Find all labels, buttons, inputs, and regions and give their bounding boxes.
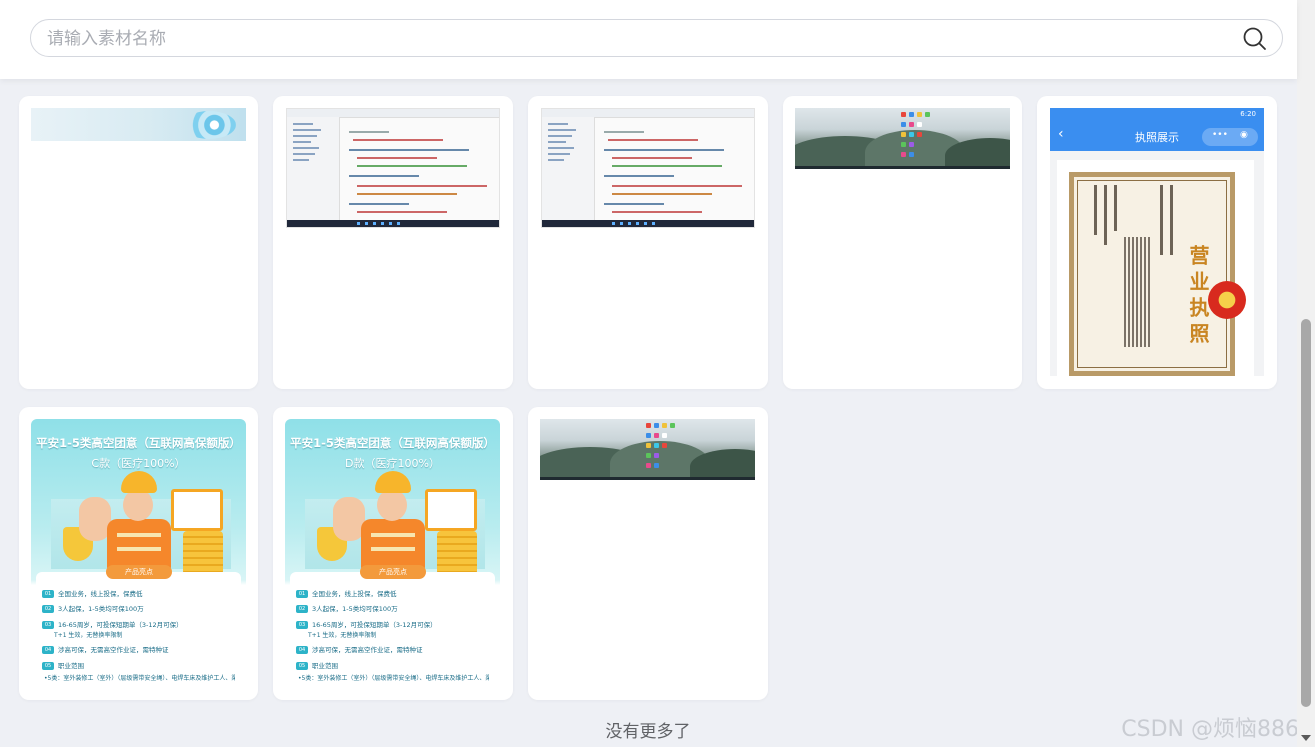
hard-hat-icon [121,471,157,493]
poster-row: 02 3人起保，1-5类均可保100万 [296,603,489,617]
poster-row: 05 职业范围 [42,660,235,674]
license-text-line [1104,185,1107,245]
worker-face [123,489,153,521]
phone-nav-bar: ‹ 执照展示 ••• ◉ [1050,122,1264,151]
row-text: 涉高可保，无需高空作业证，需特种证 [58,646,169,654]
desktop-icons [901,110,935,166]
worker-vest [107,519,171,571]
worker-face [377,489,407,521]
national-emblem-icon [1208,281,1246,319]
license-text-line [1094,185,1097,235]
poster-row: 04 涉高可保，无需高空作业证，需特种证 [42,644,235,658]
row-number: 02 [42,605,54,613]
hard-hat-icon [375,471,411,493]
poster-row: 02 3人起保，1-5类均可保100万 [42,603,235,617]
poster-row: 05 职业范围 [296,660,489,674]
row-number: 03 [42,621,54,629]
material-thumbnail[interactable] [795,108,1010,169]
search-input[interactable] [45,20,1229,58]
row-number: 01 [42,590,54,598]
chevron-down-icon[interactable] [1301,735,1311,741]
row-text: 职业范围 [58,662,84,670]
poster-title: 平安1-5类高空团意（互联网高保额版） [36,436,241,450]
poster-subtitle: D款（医疗100%） [345,457,440,470]
row-text: 全国业务，线上投保，保费低 [58,590,143,598]
material-card[interactable]: 平安1-5类高空团意（互联网高保额版） D款（医疗100%） 产品亮点 01 全国… [273,407,513,700]
material-thumbnail[interactable] [541,108,755,228]
chart-illustration [171,489,223,531]
taskbar [540,477,755,480]
poster-info-panel: 产品亮点 01 全国业务，线上投保，保费低 02 3人起保，1-5类均可保100万 … [290,565,495,687]
row-number: 05 [296,662,308,670]
poster-info-panel: 产品亮点 01 全国业务，线上投保，保费低 02 3人起保，1-5类均可保100万 … [36,565,241,687]
no-more-text: 没有更多了 [605,722,691,742]
material-card[interactable] [19,96,258,389]
poster-row: 01 全国业务，线上投保，保费低 [296,588,489,602]
business-license: 营业执照 [1069,172,1246,376]
desktop-icons [646,421,680,477]
row-text: 职业范围 [312,662,338,670]
more-icon: ••• [1212,130,1228,140]
license-text-line [1170,185,1173,255]
material-card[interactable]: 6:20 ‹ 执照展示 ••• ◉ 营业执照 [1037,96,1277,389]
poster-tab: 产品亮点 [360,565,426,579]
poster-row-extra: •5类：室外装修工（室外）（层级需带安全绳）、电焊车床及维护工人、渠道运输工程人… [44,675,235,682]
material-thumbnail[interactable] [286,108,500,228]
material-thumbnail[interactable]: 平安1-5类高空团意（互联网高保额版） C款（医疗100%） 产品亮点 01 全国… [31,419,246,687]
search-box[interactable] [30,19,1283,58]
license-text-line [1160,185,1163,255]
row-number: 03 [296,621,308,629]
material-card[interactable] [273,96,513,389]
row-number: 01 [296,590,308,598]
row-text: 全国业务，线上投保，保费低 [312,590,397,598]
poster-row-extra: T+1 生效，无替换率限制 [54,632,123,639]
material-thumbnail[interactable] [31,108,246,141]
taskbar [287,220,499,227]
license-text-line [1114,185,1117,231]
search-icon[interactable] [1242,26,1268,52]
row-number: 02 [296,605,308,613]
row-number: 05 [42,662,54,670]
material-thumbnail[interactable]: 平安1-5类高空团意（互联网高保额版） D款（医疗100%） 产品亮点 01 全国… [285,419,500,687]
row-number: 04 [42,646,54,654]
row-text: 3人起保，1-5类均可保100万 [312,605,398,613]
row-number: 04 [296,646,308,654]
poster-row: 01 全国业务，线上投保，保费低 [42,588,235,602]
worker-vest [361,519,425,571]
material-thumbnail[interactable] [540,419,755,480]
taskbar [542,220,754,227]
row-text: 涉高可保，无需高空作业证，需特种证 [312,646,423,654]
coins-illustration [183,531,223,575]
row-text: 3人起保，1-5类均可保100万 [58,605,144,613]
poster-row: 04 涉高可保，无需高空作业证，需特种证 [296,644,489,658]
material-card[interactable]: 平安1-5类高空团意（互联网高保额版） C款（医疗100%） 产品亮点 01 全国… [19,407,258,700]
swirl-graphic [182,111,236,139]
status-time: 6:20 [1240,110,1256,118]
ide-file-tree [542,117,595,220]
ide-file-tree [287,117,340,220]
poster-row-extra: T+1 生效，无替换率限制 [308,632,377,639]
poster-row-extra: •5类：室外装修工（室外）（层级需带安全绳）、电焊车床及维护工人、渠道运输工程人… [298,675,489,682]
license-document: 营业执照 [1057,160,1254,376]
row-text: 16-65周岁，可投保短期单（3-12月可保） [58,621,183,629]
material-card[interactable] [528,96,768,389]
scrollbar-thumb[interactable] [1301,319,1311,707]
material-card[interactable] [783,96,1022,389]
target-icon: ◉ [1240,130,1248,140]
capsule-menu: ••• ◉ [1202,128,1258,146]
coins-illustration [437,531,477,575]
poster-subtitle: C款（医疗100%） [91,457,186,470]
taskbar [795,166,1010,169]
chart-illustration [425,489,477,531]
poster-tab: 产品亮点 [106,565,172,579]
phone-status-bar: 6:20 [1050,108,1264,122]
watermark: CSDN @烦恼886 [1121,717,1299,742]
poster-title: 平安1-5类高空团意（互联网高保额版） [290,436,495,450]
license-text-block [1124,237,1150,347]
top-bar [0,0,1297,79]
material-card[interactable] [528,407,768,700]
row-text: 16-65周岁，可投保短期单（3-12月可保） [312,621,437,629]
material-thumbnail[interactable]: 6:20 ‹ 执照展示 ••• ◉ 营业执照 [1050,108,1264,376]
scrollbar[interactable] [1297,0,1315,747]
